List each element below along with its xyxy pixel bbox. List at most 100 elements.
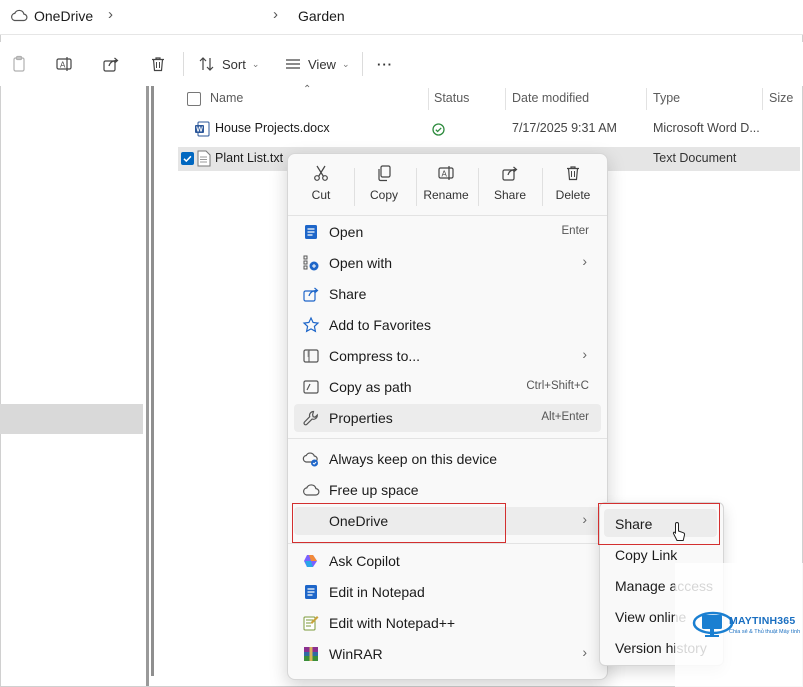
sort-label: Sort — [222, 56, 246, 72]
notepad-icon — [302, 583, 320, 601]
delete-icon[interactable] — [149, 52, 167, 76]
svg-text:W: W — [196, 127, 203, 134]
open-with-icon — [302, 254, 320, 272]
breadcrumb-root[interactable]: OneDrive — [34, 8, 93, 24]
chevron-right-icon: › — [582, 346, 587, 362]
chevron-right-icon[interactable]: › — [108, 6, 113, 23]
mouse-cursor-icon — [672, 521, 686, 546]
column-header-name[interactable]: Name — [210, 91, 243, 105]
rename-icon[interactable]: A — [55, 52, 73, 76]
share-icon — [302, 285, 320, 303]
rename-label: Rename — [423, 188, 469, 202]
menu-item-copy-as-path[interactable]: Copy as path Ctrl+Shift+C — [294, 373, 601, 401]
cut-button[interactable]: Cut — [291, 164, 351, 214]
word-doc-icon: W — [194, 121, 210, 140]
menu-item-compress[interactable]: Compress to... › — [294, 342, 601, 370]
menu-item-properties[interactable]: Properties Alt+Enter — [294, 404, 601, 432]
cloud-sync-icon — [302, 450, 320, 468]
menu-item-ask-copilot[interactable]: Ask Copilot — [294, 547, 601, 575]
delete-button[interactable]: Delete — [543, 164, 603, 214]
file-name[interactable]: House Projects.docx — [215, 121, 330, 135]
view-button[interactable]: View ⌄ — [284, 52, 350, 76]
pane-divider[interactable] — [146, 86, 149, 686]
breadcrumb-current[interactable]: Garden — [298, 8, 345, 24]
watermark: MAYTINH365 Chia sẻ & Thủ thuật Máy tính — [675, 563, 803, 687]
menu-item-label: Open — [329, 224, 364, 240]
menu-item-label: WinRAR — [329, 646, 383, 662]
scrollbar[interactable] — [151, 86, 154, 676]
menu-item-edit-in-notepad[interactable]: Edit in Notepad — [294, 578, 601, 606]
menu-item-open-with[interactable]: Open with › — [294, 249, 601, 277]
cut-label: Cut — [311, 188, 331, 202]
selected-checkbox[interactable] — [181, 152, 194, 165]
file-row[interactable]: W House Projects.docx 7/17/2025 9:31 AM … — [178, 117, 800, 141]
quick-action-divider — [478, 168, 479, 206]
svg-text:A: A — [60, 61, 66, 70]
shortcut-text: Alt+Enter — [541, 411, 589, 423]
sort-icon — [199, 57, 214, 71]
menu-item-winrar[interactable]: WinRAR › — [294, 640, 601, 668]
paste-icon[interactable] — [10, 52, 28, 76]
submenu-item-copy-link[interactable]: Copy Link — [615, 547, 677, 563]
chevron-down-icon: ⌄ — [341, 58, 350, 69]
sort-ascending-icon: ⌃ — [303, 84, 312, 95]
more-options-button[interactable]: ··· — [377, 52, 393, 76]
menu-item-label: Copy as path — [329, 379, 412, 395]
chevron-right-icon[interactable]: › — [273, 6, 278, 23]
menu-item-free-up-space[interactable]: Free up space — [294, 476, 601, 504]
synced-check-icon — [432, 123, 445, 139]
highlight-box-onedrive — [292, 503, 506, 543]
shortcut-text: Enter — [561, 225, 590, 237]
menu-item-edit-with-notepadpp[interactable]: Edit with Notepad++ — [294, 609, 601, 637]
view-icon — [286, 59, 300, 69]
share-icon[interactable] — [102, 52, 120, 76]
menu-item-share[interactable]: Share — [294, 280, 601, 308]
menu-item-label: Ask Copilot — [329, 553, 400, 569]
menu-divider — [288, 543, 607, 544]
nav-selected-item[interactable] — [0, 404, 143, 434]
address-bar[interactable]: OneDrive › › Garden — [0, 0, 803, 35]
column-header-date[interactable]: Date modified — [512, 91, 589, 105]
menu-item-open[interactable]: Open Enter — [294, 218, 601, 246]
notepadpp-icon — [302, 614, 320, 632]
cloud-icon — [302, 481, 320, 499]
column-divider[interactable] — [505, 88, 506, 110]
rename-button[interactable]: A Rename — [416, 164, 476, 214]
cloud-icon — [10, 8, 28, 25]
copy-path-icon — [302, 378, 320, 396]
column-header-type[interactable]: Type — [653, 91, 680, 105]
watermark-brand: MAYTINH365 — [729, 615, 796, 627]
copilot-icon — [302, 552, 320, 570]
share-button[interactable]: Share — [480, 164, 540, 214]
column-divider[interactable] — [646, 88, 647, 110]
copy-button[interactable]: Copy — [354, 164, 414, 214]
column-header-size[interactable]: Size — [769, 91, 793, 105]
menu-item-always-keep[interactable]: Always keep on this device — [294, 445, 601, 473]
copy-label: Copy — [369, 188, 398, 202]
file-name[interactable]: Plant List.txt — [215, 151, 283, 165]
toolbar-divider — [183, 52, 184, 76]
scissors-icon — [314, 165, 328, 181]
chevron-right-icon: › — [582, 511, 587, 527]
notepad-icon — [302, 223, 320, 241]
view-label: View — [308, 56, 336, 72]
share-label: Share — [493, 188, 527, 202]
chevron-down-icon: ⌄ — [251, 58, 260, 69]
context-menu: Cut Copy A Rename Share Delete Open Ente… — [287, 153, 608, 680]
select-all-checkbox[interactable] — [187, 92, 201, 106]
menu-divider — [288, 438, 607, 439]
sort-button[interactable]: Sort ⌄ — [198, 52, 259, 76]
watermark-tagline: Chia sẻ & Thủ thuật Máy tính — [729, 629, 801, 635]
menu-item-label: Edit in Notepad — [329, 584, 425, 600]
delete-label: Delete — [555, 188, 591, 202]
rename-icon: A — [438, 166, 454, 180]
column-divider[interactable] — [762, 88, 763, 110]
column-divider[interactable] — [428, 88, 429, 110]
file-type: Text Document — [653, 151, 737, 165]
file-date: 7/17/2025 9:31 AM — [512, 121, 617, 135]
zip-folder-icon — [302, 347, 320, 365]
column-header-status[interactable]: Status — [434, 91, 469, 105]
menu-item-add-to-favorites[interactable]: Add to Favorites — [294, 311, 601, 339]
trash-icon — [567, 166, 579, 181]
copy-icon — [378, 165, 391, 182]
